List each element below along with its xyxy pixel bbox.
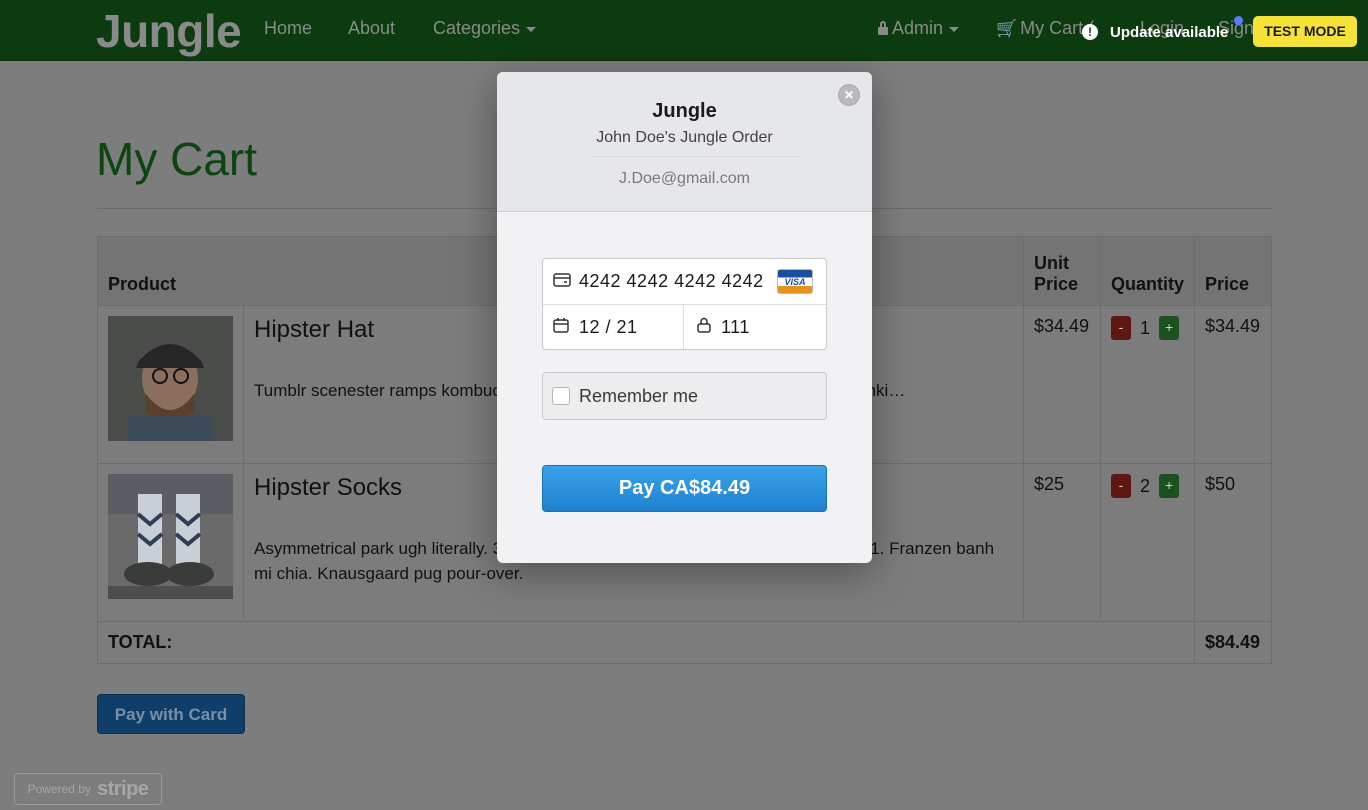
nav-about[interactable]: About (348, 18, 395, 39)
cvc-field[interactable]: 111 (684, 305, 826, 349)
decrease-quantity-button[interactable]: - (1110, 474, 1131, 498)
chevron-down-icon (949, 26, 960, 32)
price-cell: $34.49 (1194, 305, 1272, 464)
lock-icon (878, 21, 888, 35)
total-row: TOTAL: $84.49 (97, 621, 1272, 664)
customer-email: J.Doe@gmail.com (619, 170, 750, 187)
notification-dot (1234, 16, 1243, 25)
header-unit-price: Unit Price (1022, 236, 1101, 306)
remember-me-checkbox[interactable] (552, 387, 570, 405)
modal-title: Jungle (652, 100, 717, 122)
quantity-cell: - 1 + (1099, 305, 1196, 464)
visa-icon: VISA (777, 269, 813, 294)
increase-quantity-button[interactable]: + (1159, 316, 1180, 340)
modal-header: Jungle John Doe's Jungle Order J.Doe@gma… (497, 72, 872, 212)
total-label: TOTAL: (97, 621, 1195, 664)
expiry-field[interactable]: 12 / 21 (543, 305, 683, 349)
divider (592, 156, 802, 157)
expiry-value: 12 / 21 (579, 317, 638, 337)
quantity-value: 2 (1140, 475, 1151, 496)
hipster-hat-image (108, 316, 233, 441)
powered-by-label: Powered by (27, 782, 91, 796)
card-number-value: 4242 4242 4242 4242 (579, 271, 764, 291)
nav-categories-label: Categories (433, 18, 521, 38)
pay-button[interactable]: Pay CA$84.49 (542, 465, 827, 512)
price-cell: $50 (1194, 463, 1272, 622)
product-image-cell (97, 305, 244, 464)
card-row-expiry-cvc: 12 / 21 111 (543, 305, 826, 349)
chevron-down-icon (526, 26, 537, 32)
nav-categories[interactable]: Categories (433, 18, 537, 39)
close-icon[interactable]: × (838, 84, 860, 106)
nav-admin[interactable]: Admin (878, 18, 960, 39)
update-available-label: Update available (1110, 23, 1229, 41)
remember-me-option[interactable]: Remember me (542, 372, 827, 420)
powered-by-stripe[interactable]: Powered by stripe (14, 773, 162, 805)
remember-me-label: Remember me (579, 386, 699, 406)
hipster-socks-image (108, 474, 233, 599)
total-value: $84.49 (1194, 621, 1272, 664)
increase-quantity-button[interactable]: + (1159, 474, 1180, 498)
credit-card-icon (553, 273, 571, 287)
decrease-quantity-button[interactable]: - (1110, 316, 1131, 340)
product-image-cell (97, 463, 244, 622)
unit-price-cell: $25 (1022, 463, 1101, 622)
lock-icon (697, 317, 711, 333)
checkout-modal: Jungle John Doe's Jungle Order J.Doe@gma… (497, 72, 872, 563)
page-title: My Cart (96, 133, 257, 185)
nav-admin-label: Admin (892, 18, 944, 38)
alert-icon: ! (1082, 24, 1098, 40)
cvc-value: 111 (721, 317, 750, 337)
cart-icon: 🛒 (996, 19, 1018, 38)
unit-price-cell: $34.49 (1022, 305, 1101, 464)
card-details-group: 4242 4242 4242 4242 VISA 12 / 21 111 (542, 258, 827, 350)
card-number-field[interactable]: 4242 4242 4242 4242 VISA (543, 259, 826, 305)
nav-my-cart[interactable]: 🛒 My Cart ( (996, 18, 1094, 39)
pay-with-card-button[interactable]: Pay with Card (97, 694, 245, 734)
test-mode-badge: TEST MODE (1253, 16, 1357, 47)
quantity-value: 1 (1140, 317, 1151, 338)
nav-home[interactable]: Home (264, 18, 312, 39)
update-available-notice[interactable]: ! Update available (1082, 18, 1228, 46)
calendar-icon (553, 318, 569, 333)
header-price: Price (1194, 236, 1272, 306)
quantity-cell: - 2 + (1099, 463, 1196, 622)
stripe-logo: stripe (96, 777, 149, 800)
modal-subtitle: John Doe's Jungle Order (596, 129, 773, 146)
brand-logo[interactable]: Jungle (96, 4, 242, 58)
header-quantity: Quantity (1099, 236, 1196, 306)
